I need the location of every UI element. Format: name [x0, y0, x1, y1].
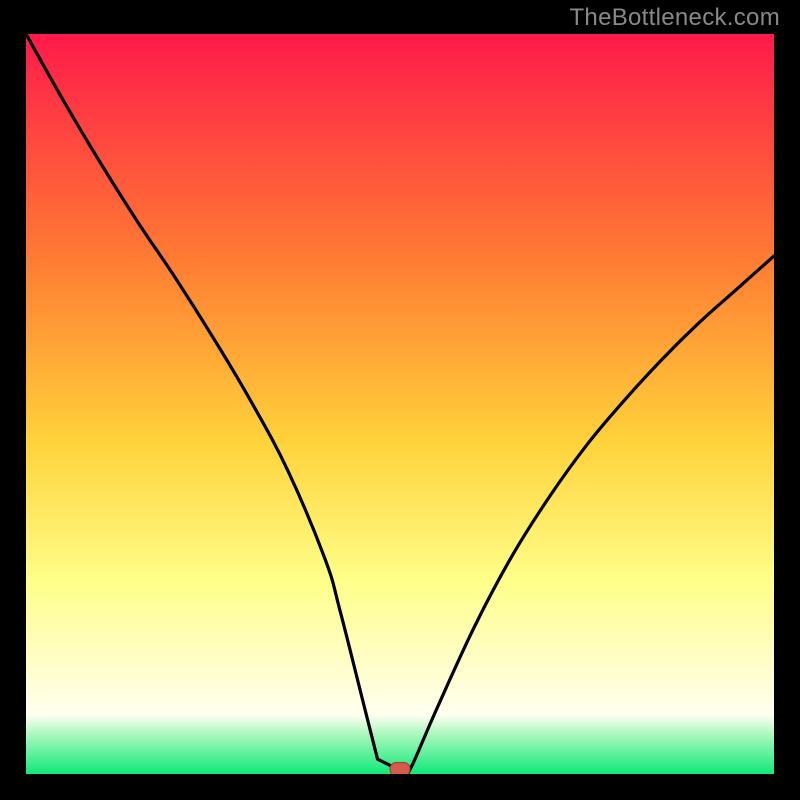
watermark-text: TheBottleneck.com	[569, 4, 780, 32]
chart-plot-area	[26, 34, 774, 774]
optimum-marker	[390, 763, 410, 774]
gradient-background	[26, 34, 774, 774]
chart-svg	[26, 34, 774, 774]
chart-frame: TheBottleneck.com	[0, 0, 800, 800]
